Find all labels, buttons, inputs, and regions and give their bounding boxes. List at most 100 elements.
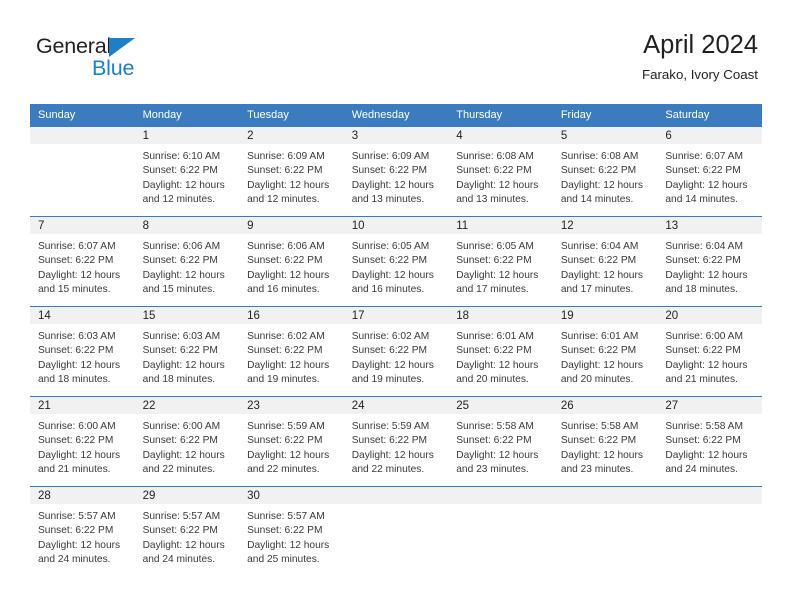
day-cell-header-21[interactable]: 21 bbox=[30, 397, 135, 414]
sunrise-text: Sunrise: 5:58 AM bbox=[665, 421, 743, 432]
sunset-text: Sunset: 6:22 PM bbox=[247, 345, 323, 357]
day-cell-29[interactable]: Sunrise: 5:57 AM Sunset: 6:22 PM Daylight:… bbox=[135, 504, 240, 576]
day-cell-header-19[interactable]: 19 bbox=[552, 307, 658, 324]
day-cell-header-14[interactable]: 14 bbox=[30, 307, 135, 324]
daylight-text-cont: and 22 minutes. bbox=[247, 463, 320, 475]
day-cell-23[interactable]: Sunrise: 5:59 AM Sunset: 6:22 PM Daylight:… bbox=[239, 414, 344, 486]
day-cell-15[interactable]: Sunrise: 6:03 AM Sunset: 6:22 PM Daylight:… bbox=[135, 324, 240, 396]
day-cell-27[interactable]: Sunrise: 5:58 AM Sunset: 6:22 PM Daylight:… bbox=[657, 414, 762, 486]
daylight-text: Daylight: 12 hours bbox=[351, 359, 434, 371]
day-cell-header-5[interactable]: 5 bbox=[552, 127, 658, 144]
day-cell-9[interactable]: Sunrise: 6:06 AM Sunset: 6:22 PM Daylight:… bbox=[239, 234, 344, 306]
day-cell-21[interactable]: Sunrise: 6:00 AM Sunset: 6:22 PM Daylight:… bbox=[30, 414, 135, 486]
daylight-text: Daylight: 12 hours bbox=[38, 539, 121, 551]
daylight-text: Daylight: 12 hours bbox=[456, 179, 539, 191]
day-cell-13[interactable]: Sunrise: 6:04 AM Sunset: 6:22 PM Daylight:… bbox=[657, 234, 762, 306]
sunrise-text: Sunrise: 6:05 AM bbox=[456, 241, 534, 252]
day-cell-header-2[interactable]: 2 bbox=[239, 127, 344, 144]
day-cell-26[interactable]: Sunrise: 5:58 AM Sunset: 6:22 PM Daylight:… bbox=[553, 414, 658, 486]
daylight-text-cont: and 22 minutes. bbox=[142, 463, 216, 475]
day-cell-header-25[interactable]: 25 bbox=[448, 397, 553, 414]
day-number: 23 bbox=[247, 400, 260, 412]
sunset-text: Sunset: 6:22 PM bbox=[142, 345, 218, 357]
day-cell-header-1[interactable]: 1 bbox=[134, 127, 240, 144]
logo-word-blue: Blue bbox=[92, 56, 135, 80]
day-cell-header-18[interactable]: 18 bbox=[448, 307, 553, 324]
day-cell-header-17[interactable]: 17 bbox=[343, 307, 449, 324]
day-cell-content: Sunrise: 6:03 AM Sunset: 6:22 PM Daylight:… bbox=[135, 324, 240, 396]
day-cell-22[interactable]: Sunrise: 6:00 AM Sunset: 6:22 PM Daylight:… bbox=[135, 414, 240, 486]
day-cell-10[interactable]: Sunrise: 6:05 AM Sunset: 6:22 PM Daylight:… bbox=[344, 234, 449, 306]
day-cell-20[interactable]: Sunrise: 6:00 AM Sunset: 6:22 PM Daylight:… bbox=[657, 324, 762, 396]
day-cell-header-27[interactable]: 27 bbox=[657, 397, 762, 414]
day-cell-header-16[interactable]: 16 bbox=[239, 307, 344, 324]
day-cell-content: Sunrise: 6:08 AM Sunset: 6:22 PM Daylight:… bbox=[553, 144, 658, 216]
day-cell-3[interactable]: Sunrise: 6:09 AM Sunset: 6:22 PM Daylight:… bbox=[344, 144, 449, 216]
day-cell-5[interactable]: Sunrise: 6:08 AM Sunset: 6:22 PM Daylight:… bbox=[553, 144, 658, 216]
day-cell-header-9[interactable]: 9 bbox=[239, 217, 344, 234]
daylight-text-cont: and 18 minutes. bbox=[38, 373, 111, 385]
day-cell-header-24[interactable]: 24 bbox=[343, 397, 449, 414]
day-cell-11[interactable]: Sunrise: 6:05 AM Sunset: 6:22 PM Daylight:… bbox=[448, 234, 553, 306]
day-cell-content: Sunrise: 6:09 AM Sunset: 6:22 PM Daylight:… bbox=[239, 144, 344, 216]
day-number: 29 bbox=[142, 490, 156, 502]
daylight-text: Daylight: 12 hours bbox=[456, 269, 539, 281]
sunset-text: Sunset: 6:22 PM bbox=[142, 435, 218, 447]
day-number: 21 bbox=[38, 400, 51, 412]
daylight-text-cont: and 21 minutes. bbox=[38, 463, 111, 475]
day-cell-header-23[interactable]: 23 bbox=[239, 397, 344, 414]
day-cell-header-15[interactable]: 15 bbox=[134, 307, 240, 324]
day-cell-8[interactable]: Sunrise: 6:06 AM Sunset: 6:22 PM Daylight:… bbox=[135, 234, 240, 306]
day-cell-header-10[interactable]: 10 bbox=[343, 217, 449, 234]
day-cell-19[interactable]: Sunrise: 6:01 AM Sunset: 6:22 PM Daylight:… bbox=[553, 324, 658, 396]
sunset-text: Sunset: 6:22 PM bbox=[142, 525, 218, 537]
day-cell-12[interactable]: Sunrise: 6:04 AM Sunset: 6:22 PM Daylight:… bbox=[553, 234, 658, 306]
weekday-header-wednesday: Wednesday bbox=[343, 104, 449, 127]
sunrise-text: Sunrise: 5:57 AM bbox=[247, 511, 325, 522]
day-cell-header-11[interactable]: 11 bbox=[448, 217, 553, 234]
day-number: 6 bbox=[665, 130, 672, 142]
day-cell-header-26[interactable]: 26 bbox=[552, 397, 658, 414]
day-number: 10 bbox=[351, 220, 365, 232]
day-cell-header-28[interactable]: 28 bbox=[30, 487, 135, 504]
day-cell-30[interactable]: Sunrise: 5:57 AM Sunset: 6:22 PM Daylight:… bbox=[239, 504, 344, 576]
day-cell-25[interactable]: Sunrise: 5:58 AM Sunset: 6:22 PM Daylight:… bbox=[448, 414, 553, 486]
day-cell-17[interactable]: Sunrise: 6:02 AM Sunset: 6:22 PM Daylight:… bbox=[344, 324, 449, 396]
day-cell-4[interactable]: Sunrise: 6:08 AM Sunset: 6:22 PM Daylight:… bbox=[448, 144, 553, 216]
day-cell-header-29[interactable]: 29 bbox=[134, 487, 240, 504]
day-cell-24[interactable]: Sunrise: 5:59 AM Sunset: 6:22 PM Daylight:… bbox=[344, 414, 449, 486]
sunrise-text: Sunrise: 5:57 AM bbox=[38, 511, 116, 522]
day-cell-16[interactable]: Sunrise: 6:02 AM Sunset: 6:22 PM Daylight:… bbox=[239, 324, 344, 396]
day-cell-header-6[interactable]: 6 bbox=[657, 127, 762, 144]
day-cell-header-20[interactable]: 20 bbox=[657, 307, 762, 324]
sunrise-text: Sunrise: 6:07 AM bbox=[665, 151, 743, 162]
day-cell-14[interactable]: Sunrise: 6:03 AM Sunset: 6:22 PM Daylight:… bbox=[30, 324, 135, 396]
day-number bbox=[553, 487, 658, 489]
sunset-text: Sunset: 6:22 PM bbox=[560, 255, 637, 267]
day-cell-28[interactable]: Sunrise: 5:57 AM Sunset: 6:22 PM Daylight:… bbox=[30, 504, 135, 576]
sunrise-text: Sunrise: 6:07 AM bbox=[38, 241, 116, 252]
day-cell-2[interactable]: Sunrise: 6:09 AM Sunset: 6:22 PM Daylight:… bbox=[239, 144, 344, 216]
daylight-text: Daylight: 12 hours bbox=[142, 449, 225, 461]
sunset-text: Sunset: 6:22 PM bbox=[351, 165, 428, 177]
day-cell-header-7[interactable]: 7 bbox=[30, 217, 135, 234]
day-cell-7[interactable]: Sunrise: 6:07 AM Sunset: 6:22 PM Daylight:… bbox=[30, 234, 135, 306]
day-number bbox=[344, 487, 449, 489]
daylight-text: Daylight: 12 hours bbox=[247, 539, 330, 551]
day-cell-content: Sunrise: 6:07 AM Sunset: 6:22 PM Daylight:… bbox=[657, 144, 762, 216]
day-cell-header-8[interactable]: 8 bbox=[134, 217, 240, 234]
day-cell-1[interactable]: Sunrise: 6:10 AM Sunset: 6:22 PM Daylight:… bbox=[135, 144, 240, 216]
sunrise-text: Sunrise: 6:06 AM bbox=[247, 241, 325, 252]
day-cell-header-13[interactable]: 13 bbox=[657, 217, 762, 234]
day-cell-header-30[interactable]: 30 bbox=[239, 487, 344, 504]
day-cell-18[interactable]: Sunrise: 6:01 AM Sunset: 6:22 PM Daylight:… bbox=[448, 324, 553, 396]
sunrise-text: Sunrise: 6:05 AM bbox=[351, 241, 430, 252]
day-cell-header-22[interactable]: 22 bbox=[134, 397, 240, 414]
weekday-header-thursday: Thursday bbox=[448, 104, 553, 127]
day-cell-content: Sunrise: 6:10 AM Sunset: 6:22 PM Daylight:… bbox=[135, 144, 240, 216]
day-cell-header-12[interactable]: 12 bbox=[552, 217, 658, 234]
week-body-row: Sunrise: 6:10 AM Sunset: 6:22 PM Daylight:… bbox=[30, 144, 762, 216]
day-cell-header-4[interactable]: 4 bbox=[448, 127, 553, 144]
day-cell-header-3[interactable]: 3 bbox=[343, 127, 449, 144]
day-cell-6[interactable]: Sunrise: 6:07 AM Sunset: 6:22 PM Daylight:… bbox=[657, 144, 762, 216]
